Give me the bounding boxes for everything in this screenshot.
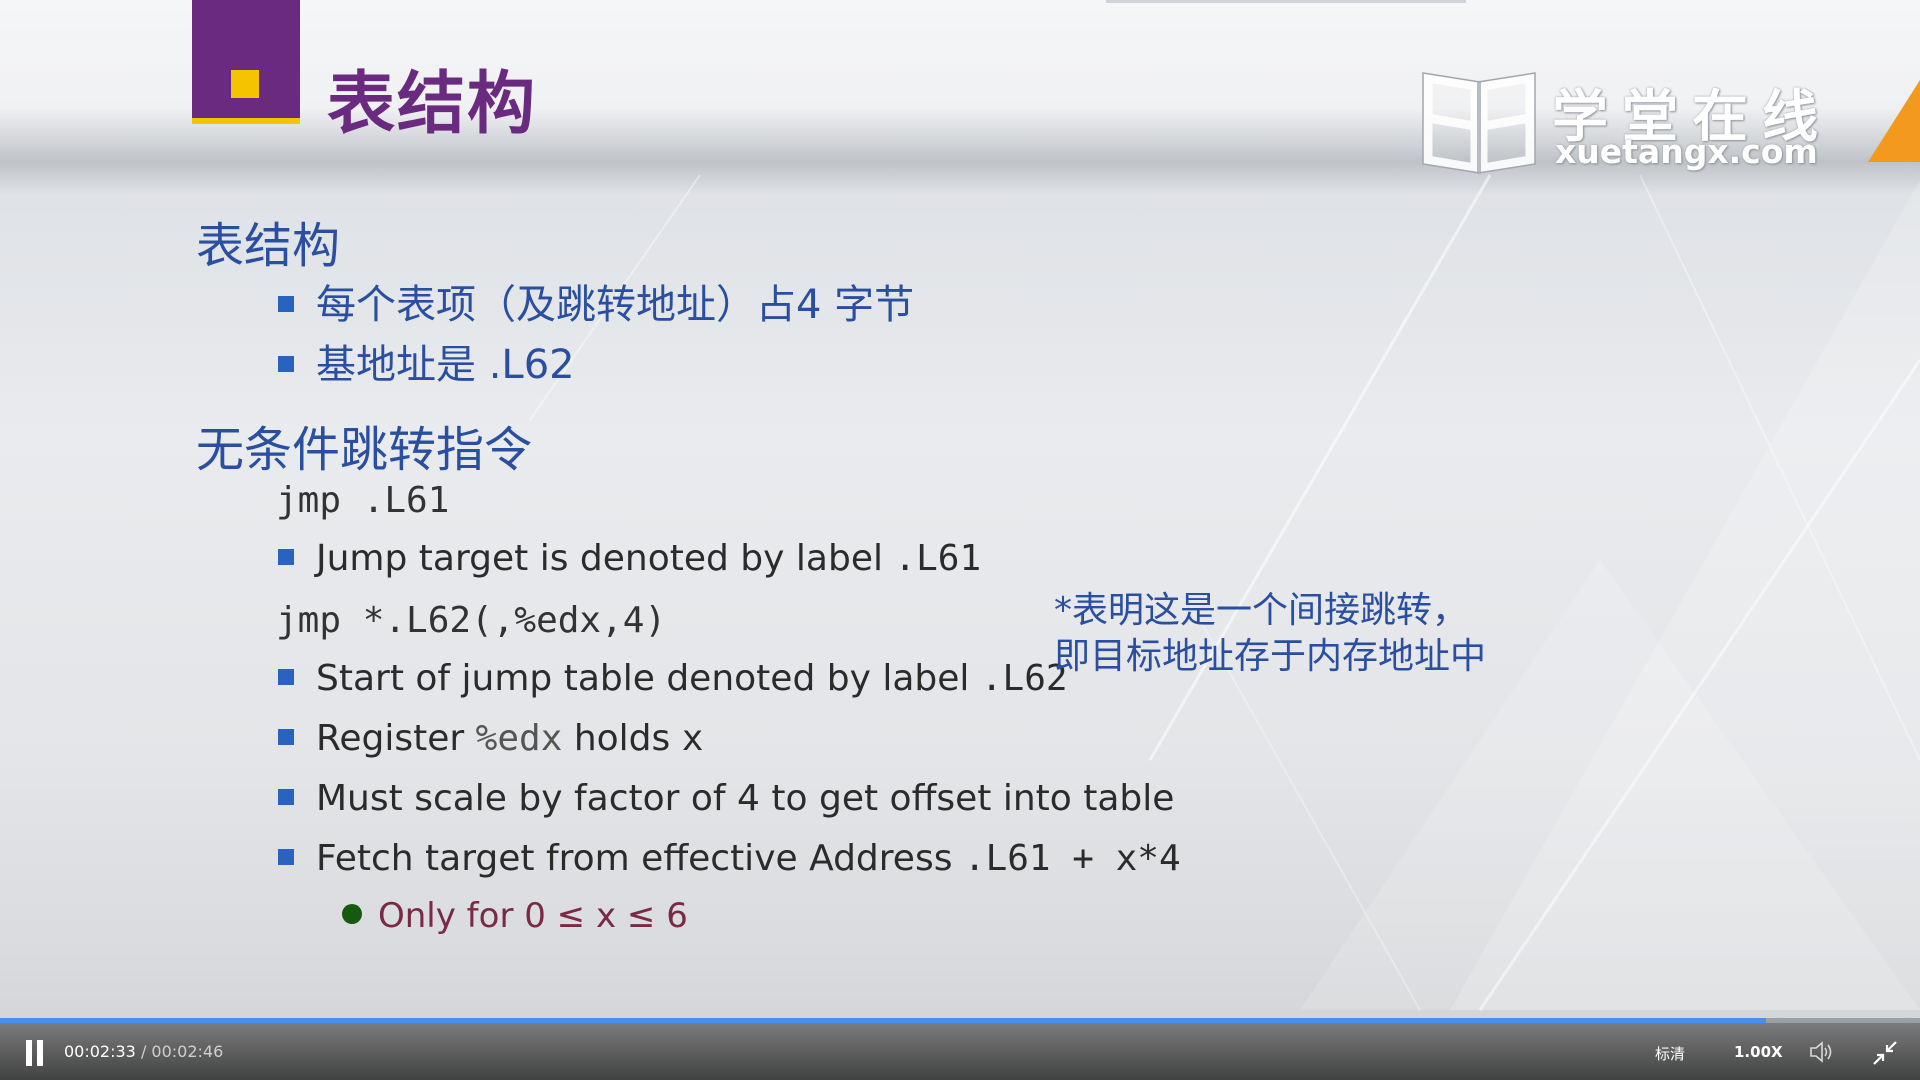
pause-icon: [37, 1040, 43, 1066]
list-item-text: holds: [562, 718, 682, 759]
title-marker: [192, 0, 300, 124]
bullet-square-icon: [278, 669, 294, 685]
volume-icon[interactable]: [1808, 1040, 1834, 1064]
list-item: 每个表项（及跳转地址）占4 字节: [278, 272, 914, 330]
exit-fullscreen-icon[interactable]: [1872, 1040, 1898, 1066]
code-line-jmp-indirect: jmp *.L62(,%edx,4): [276, 600, 667, 641]
time-separator: /: [135, 1042, 152, 1061]
title-marker-bar: [192, 118, 300, 124]
time-display: 00:02:33 / 00:02:46: [64, 1042, 223, 1061]
section-heading-table-structure: 表结构: [196, 218, 341, 274]
bullet-circle-icon: [342, 903, 362, 924]
watermark-english: xuetangx.com: [1555, 132, 1818, 171]
list-item-text: Fetch target from effective Address: [316, 838, 964, 879]
section-heading-unconditional-jump: 无条件跳转指令: [196, 422, 533, 478]
annotation-line: *表明这是一个间接跳转，: [1054, 590, 1469, 631]
playback-speed-button[interactable]: 1.00X: [1734, 1043, 1783, 1061]
slide-title: 表结构: [327, 65, 538, 144]
inline-code: %edx: [475, 718, 563, 759]
orange-corner-decoration: [1868, 80, 1920, 162]
list-item-text: Jump target is denoted by label: [316, 538, 895, 579]
list-item-text: Must scale by factor of 4 to get offset …: [316, 778, 1175, 819]
current-time: 00:02:33: [64, 1042, 136, 1061]
bullet-square-icon: [278, 849, 294, 865]
bullet-square-icon: [278, 549, 294, 565]
annotation-note: *表明这是一个间接跳转， 即目标地址存于内存地址中: [1054, 588, 1486, 680]
pause-button[interactable]: [24, 1040, 44, 1066]
inline-code: .L61: [894, 538, 982, 579]
bullet-square-icon: [278, 356, 294, 372]
list-item: 基地址是 .L62: [278, 332, 575, 390]
list-item: Must scale by factor of 4 to get offset …: [278, 778, 1174, 819]
quality-button[interactable]: 标清: [1655, 1043, 1685, 1064]
list-item: Start of jump table denoted by label .L6…: [278, 658, 1068, 699]
inline-code: .L61 + x*4: [963, 838, 1181, 879]
list-item-text: Start of jump table denoted by label: [316, 658, 981, 699]
bullet-square-icon: [278, 789, 294, 805]
pause-icon: [26, 1040, 32, 1066]
title-marker-square: [231, 70, 259, 98]
inline-code: x: [681, 718, 704, 759]
list-item-text: 每个表项（及跳转地址）占4 字节: [316, 282, 915, 328]
list-item: Register %edx holds x: [278, 718, 703, 759]
bullet-square-icon: [278, 296, 294, 312]
progress-bar-played[interactable]: [0, 1018, 1767, 1023]
list-item: Fetch target from effective Address .L61…: [278, 838, 1181, 879]
sub-list-item: Only for 0 ≤ x ≤ 6: [342, 896, 688, 936]
code-line-jmp-l61: jmp .L61: [276, 480, 450, 521]
xuetangx-logo-icon: [1422, 72, 1536, 174]
sub-list-item-text: Only for 0 ≤ x ≤ 6: [378, 896, 688, 936]
list-item-text: 基地址是 .L62: [316, 342, 575, 388]
bullet-square-icon: [278, 729, 294, 745]
annotation-line: 即目标地址存于内存地址中: [1054, 636, 1487, 677]
slide-top-tab: [1106, 0, 1466, 3]
duration: 00:02:46: [151, 1042, 224, 1061]
list-item-text: Register: [316, 718, 476, 759]
list-item: Jump target is denoted by label .L61: [278, 538, 981, 579]
player-control-bar: [0, 1018, 1920, 1080]
lecture-slide: 表结构 学堂在线 xuetangx.com 表结构 每个表项（及跳转地址）占4 …: [0, 0, 1920, 1080]
